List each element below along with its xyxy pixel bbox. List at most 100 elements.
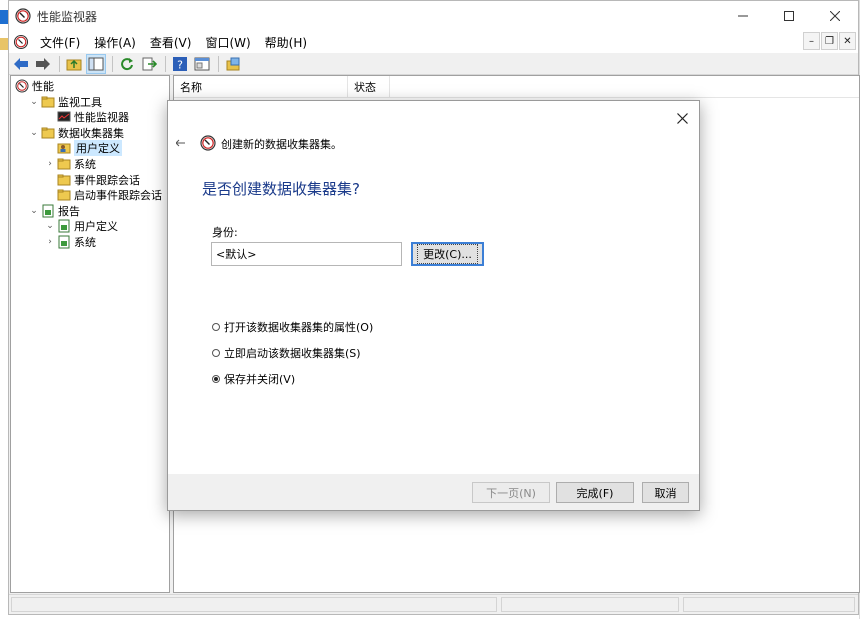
- forward-arrow-icon: [36, 57, 50, 70]
- perfmon-app-icon: [15, 8, 31, 24]
- show-hide-tree-button[interactable]: [86, 53, 106, 74]
- tree-item[interactable]: 性能: [13, 78, 54, 94]
- tree-item[interactable]: ⌄ 用户定义: [45, 218, 118, 234]
- tree-item-label: 性能监视器: [74, 111, 129, 125]
- back-arrow-icon: [175, 139, 185, 147]
- toolbar-separator: [165, 55, 166, 72]
- tree-item-label: 报告: [58, 204, 80, 218]
- menu-action[interactable]: 操作(A): [87, 34, 143, 51]
- change-button-label: 更改(C)...: [417, 244, 478, 264]
- tree-item[interactable]: 用户定义: [45, 140, 122, 157]
- menu-view[interactable]: 查看(V): [143, 34, 199, 51]
- toolbar-separator: [218, 55, 219, 72]
- window-title: 性能监视器: [37, 9, 98, 24]
- tree-item-label: 启动事件跟踪会话: [74, 189, 162, 203]
- expand-chevron-icon[interactable]: ⌄: [45, 221, 55, 231]
- new-collector-set-icon: [226, 57, 240, 70]
- tree-item[interactable]: ⌄ 报告: [29, 203, 80, 219]
- tree-item[interactable]: ⌄ 数据收集器集: [29, 125, 124, 141]
- dialog-close-button[interactable]: [673, 109, 691, 127]
- back-arrow-icon: [14, 57, 28, 70]
- change-identity-button[interactable]: 更改(C)...: [411, 242, 484, 266]
- perfmon-wizard-icon: [200, 135, 216, 151]
- user-folder-icon: [57, 141, 71, 155]
- identity-label: 身份:: [212, 226, 238, 239]
- svg-text:?: ?: [177, 58, 183, 71]
- radio-label: 保存并关闭(V): [224, 373, 296, 386]
- status-cell: [501, 597, 679, 612]
- close-icon: [676, 112, 688, 124]
- tree-item[interactable]: › 系统: [45, 156, 96, 172]
- folder-icon: [41, 126, 55, 140]
- cancel-button[interactable]: 取消: [642, 482, 689, 503]
- help-button[interactable]: ?: [170, 54, 190, 74]
- identity-field[interactable]: <默认>: [211, 242, 402, 266]
- expand-chevron-icon[interactable]: ⌄: [29, 128, 39, 138]
- finish-button[interactable]: 完成(F): [556, 482, 634, 503]
- desktop-icon-fragment: [0, 10, 8, 24]
- radio-indicator: [212, 349, 220, 357]
- refresh-button[interactable]: [117, 54, 137, 74]
- close-window-button[interactable]: [812, 1, 858, 31]
- tree-item-label: 用户定义: [74, 140, 122, 157]
- mdi-close-button[interactable]: ✕: [839, 32, 856, 50]
- expand-chevron-icon[interactable]: ›: [45, 159, 55, 169]
- menu-help[interactable]: 帮助(H): [258, 34, 314, 51]
- report-icon: [57, 235, 71, 249]
- export-list-button[interactable]: [139, 54, 159, 74]
- monitor-icon: [57, 110, 71, 124]
- tree-item[interactable]: 性能监视器: [45, 109, 129, 125]
- mdi-restore-button[interactable]: ❐: [821, 32, 838, 50]
- tree-item[interactable]: 事件跟踪会话: [45, 172, 140, 188]
- tree-item[interactable]: › 系统: [45, 234, 96, 250]
- report-icon: [41, 204, 55, 218]
- up-level-button[interactable]: [64, 54, 84, 74]
- radio-save-and-close[interactable]: 保存并关闭(V): [212, 371, 295, 387]
- tree-item[interactable]: ⌄ 监视工具: [29, 94, 102, 110]
- properties-button[interactable]: [192, 54, 212, 74]
- wizard-back-button[interactable]: [175, 136, 186, 150]
- new-set-button[interactable]: [223, 54, 243, 74]
- export-icon: [142, 57, 157, 70]
- menu-file[interactable]: 文件(F): [33, 34, 87, 51]
- properties-icon: [194, 57, 210, 70]
- expand-chevron-icon[interactable]: ›: [45, 237, 55, 247]
- tree-item[interactable]: 启动事件跟踪会话: [45, 187, 162, 203]
- toolbar-separator: [59, 55, 60, 72]
- create-collector-set-dialog: 创建新的数据收集器集。 是否创建数据收集器集? 身份: <默认> 更改(C)..…: [167, 100, 700, 511]
- desktop-background: [0, 0, 8, 619]
- menu-window[interactable]: 窗口(W): [198, 34, 257, 51]
- tree-item-label: 性能: [32, 80, 54, 93]
- wizard-footer: 下一页(N) 完成(F) 取消: [168, 474, 699, 510]
- tree-item-label: 用户定义: [74, 220, 118, 234]
- minimize-button[interactable]: [720, 1, 766, 31]
- console-tree-icon: [88, 57, 104, 70]
- console-tree: 性能 ⌄ 监视工具 性能监视器 ⌄ 数据收集器集 用户定义 › 系统 事件跟踪会话 启动事件跟踪会话…: [10, 75, 170, 593]
- expand-chevron-icon[interactable]: ⌄: [29, 206, 39, 216]
- maximize-button[interactable]: [766, 1, 812, 31]
- mmc-system-menu-icon[interactable]: [13, 34, 29, 50]
- column-name[interactable]: 名称: [174, 76, 348, 97]
- back-button[interactable]: [11, 54, 31, 74]
- wizard-heading: 是否创建数据收集器集?: [202, 180, 360, 198]
- report-icon: [57, 219, 71, 233]
- forward-button[interactable]: [33, 54, 53, 74]
- column-status[interactable]: 状态: [348, 76, 390, 97]
- folder-icon: [57, 188, 71, 202]
- folder-icon: [41, 95, 55, 109]
- radio-start-now[interactable]: 立即启动该数据收集器集(S): [212, 345, 361, 361]
- maximize-icon: [784, 11, 794, 21]
- radio-indicator: [212, 375, 220, 383]
- tree-item-label: 系统: [74, 236, 96, 249]
- refresh-icon: [121, 57, 133, 70]
- help-icon: ?: [173, 56, 187, 71]
- folder-icon: [57, 157, 71, 171]
- radio-open-properties[interactable]: 打开该数据收集器集的属性(O): [212, 319, 373, 335]
- list-header: 名称 状态: [174, 76, 859, 98]
- tree-item-label: 监视工具: [58, 95, 102, 109]
- radio-label: 立即启动该数据收集器集(S): [224, 347, 361, 360]
- mdi-minimize-button[interactable]: –: [803, 32, 820, 50]
- perf-icon: [15, 79, 29, 93]
- next-button[interactable]: 下一页(N): [472, 482, 550, 503]
- expand-chevron-icon[interactable]: ⌄: [29, 97, 39, 107]
